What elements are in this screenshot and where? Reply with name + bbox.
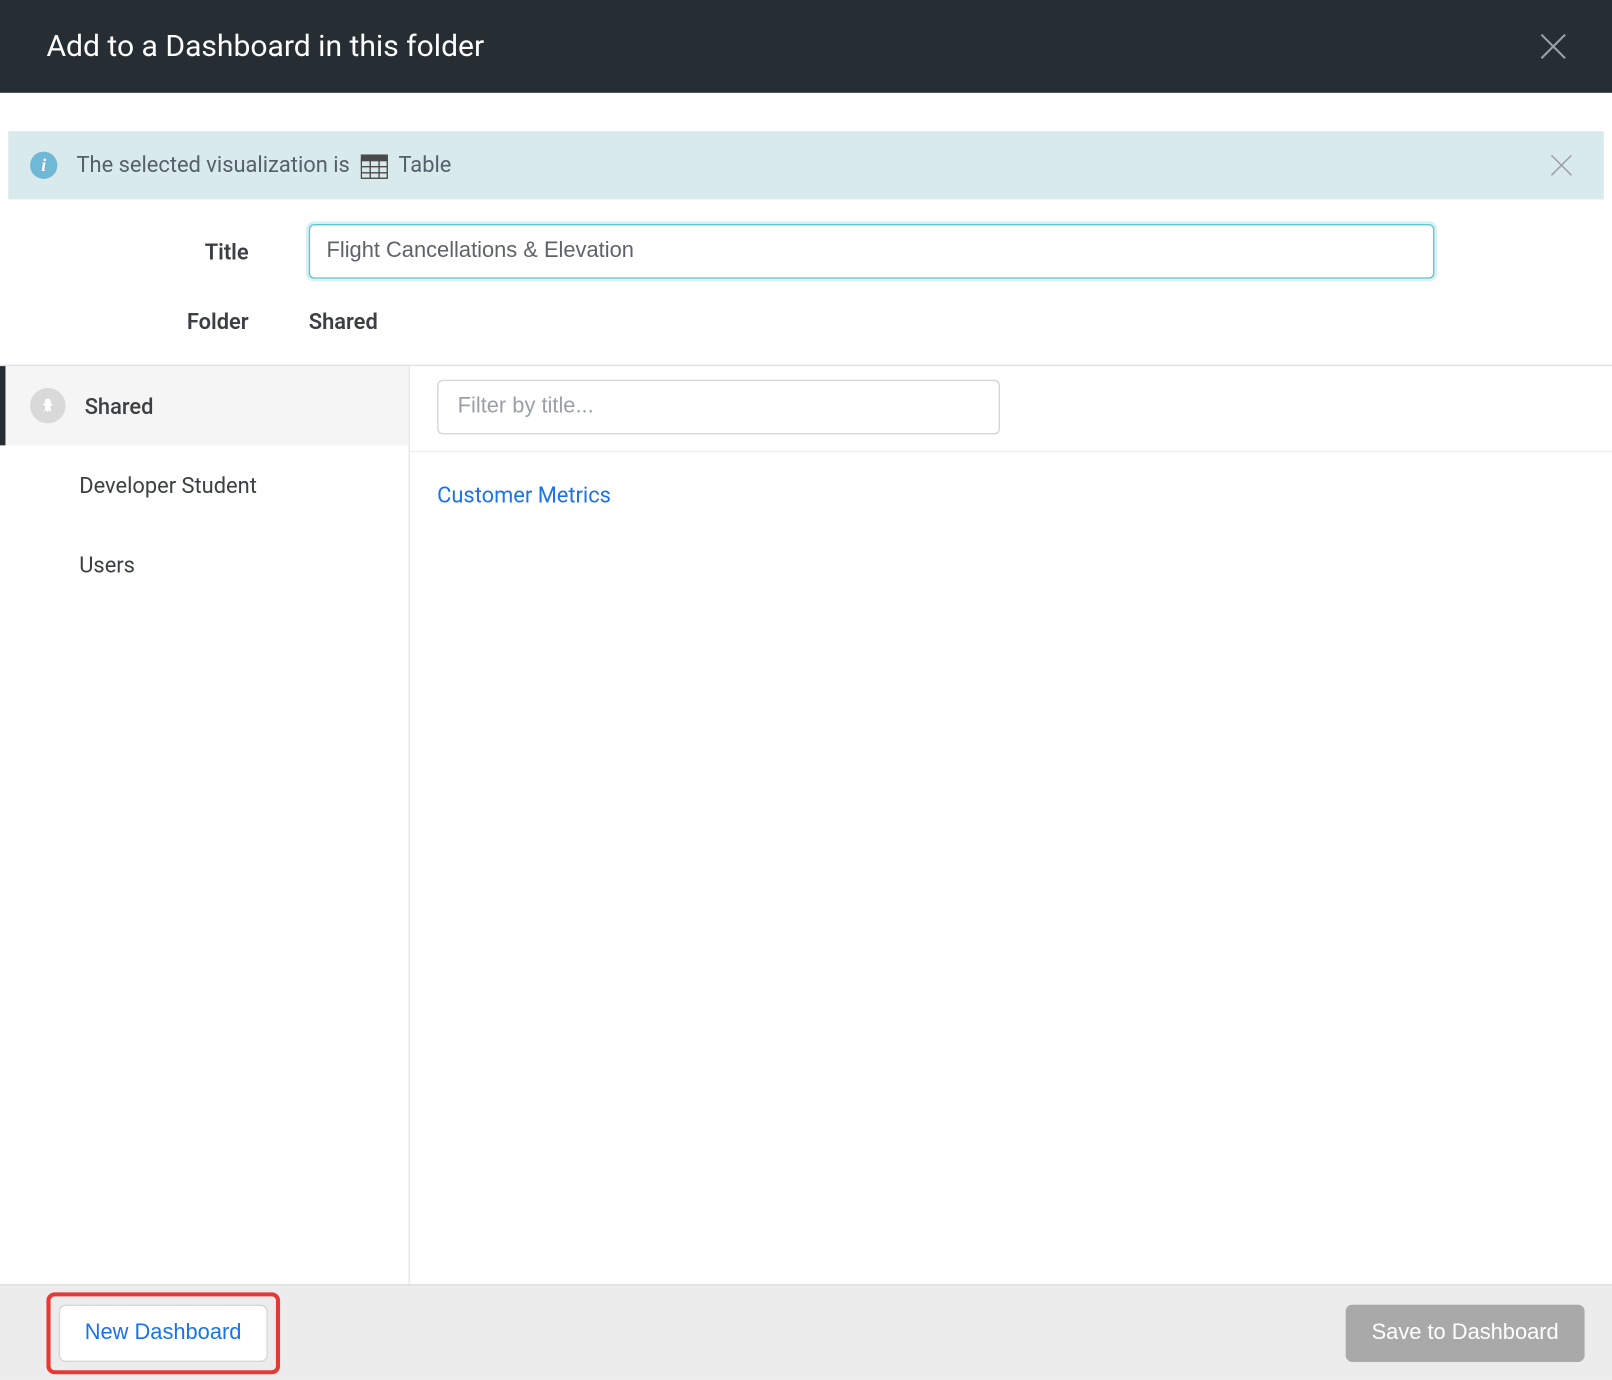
new-dashboard-button[interactable]: New Dashboard xyxy=(59,1304,268,1361)
spacer xyxy=(0,93,1612,131)
dashboard-item[interactable]: Customer Metrics xyxy=(437,477,1585,514)
folder-row: Folder Shared xyxy=(0,309,1612,335)
sidebar-item-users[interactable]: Users xyxy=(0,525,408,604)
table-icon xyxy=(361,154,388,179)
info-text: The selected visualization is Table xyxy=(77,152,452,179)
sidebar-item-label: Shared xyxy=(85,393,154,419)
sidebar-item-developer-student[interactable]: Developer Student xyxy=(0,445,408,524)
dashboard-list-panel: Customer Metrics xyxy=(410,366,1612,1284)
pin-icon xyxy=(30,388,66,424)
folder-sidebar: Shared Developer Student Users xyxy=(0,366,410,1284)
save-to-dashboard-button[interactable]: Save to Dashboard xyxy=(1346,1304,1585,1361)
folder-value: Shared xyxy=(309,309,378,335)
info-content: i The selected visualization is Table xyxy=(30,152,451,179)
folder-browser: Shared Developer Student Users Customer … xyxy=(0,365,1612,1284)
sidebar-item-shared[interactable]: Shared xyxy=(0,366,408,445)
form-section: Title Folder Shared xyxy=(0,199,1612,364)
dialog-footer: New Dashboard Save to Dashboard xyxy=(0,1284,1612,1380)
title-label: Title xyxy=(0,238,309,264)
dialog-header: Add to a Dashboard in this folder xyxy=(0,0,1612,93)
dismiss-info-icon[interactable] xyxy=(1546,150,1576,180)
title-row: Title xyxy=(0,224,1612,279)
info-banner: i The selected visualization is Table xyxy=(8,131,1604,199)
add-to-dashboard-dialog: Add to a Dashboard in this folder i The … xyxy=(0,0,1612,1380)
filter-input[interactable] xyxy=(437,380,1000,435)
dashboard-list: Customer Metrics xyxy=(410,452,1612,1284)
sidebar-item-label: Developer Student xyxy=(79,472,257,498)
filter-row xyxy=(410,366,1612,452)
title-input[interactable] xyxy=(309,224,1435,279)
info-icon: i xyxy=(30,152,57,179)
folder-label: Folder xyxy=(0,309,309,335)
info-prefix: The selected visualization is xyxy=(77,152,350,178)
viz-type-label: Table xyxy=(398,152,451,178)
dialog-title: Add to a Dashboard in this folder xyxy=(46,29,484,63)
sidebar-item-label: Users xyxy=(79,551,135,577)
highlight-annotation: New Dashboard xyxy=(46,1292,279,1374)
close-icon[interactable] xyxy=(1535,29,1571,65)
